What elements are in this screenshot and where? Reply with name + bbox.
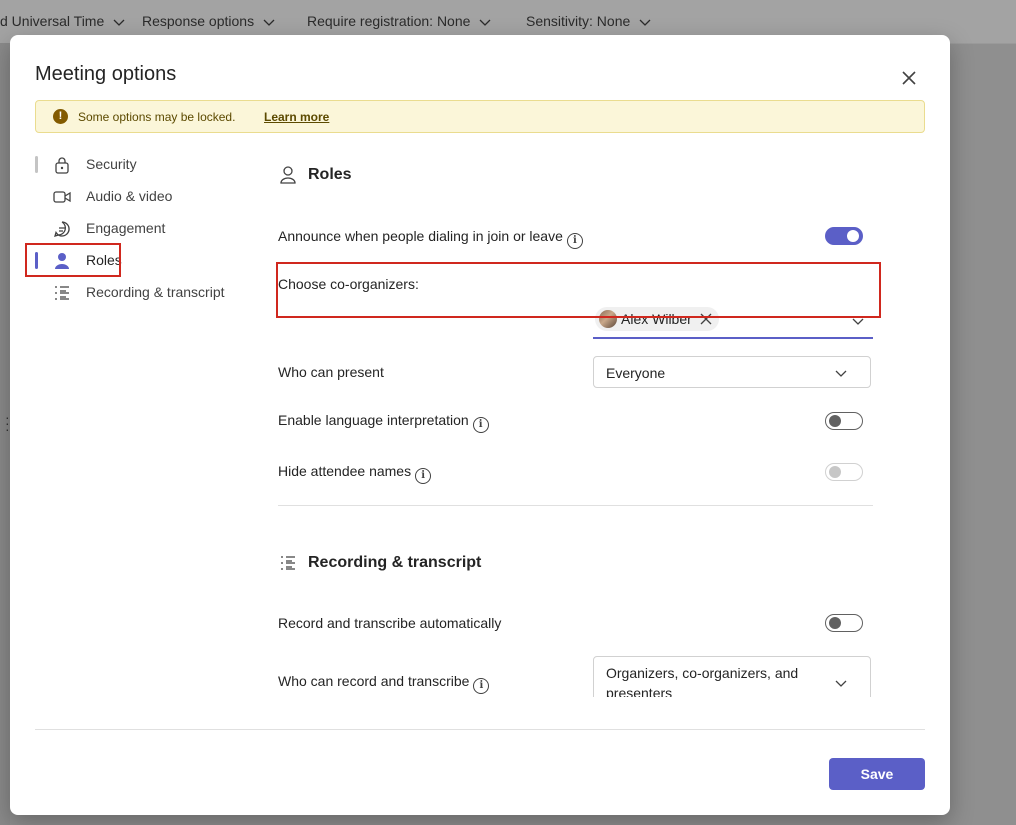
nav-item-audio-video[interactable]: Audio & video <box>35 182 245 212</box>
banner-text: Some options may be locked. <box>78 110 236 124</box>
co-organizers-highlight-box <box>276 262 881 318</box>
info-icon[interactable]: i <box>473 678 490 694</box>
toggle-knob <box>829 415 841 427</box>
dropdown-value-line2: presenters <box>606 685 673 697</box>
close-icon <box>902 71 916 85</box>
lock-icon <box>55 157 69 174</box>
chevron-down-icon <box>479 19 491 27</box>
response-options-dropdown: Response options <box>142 13 276 29</box>
record-automatically-label: Record and transcribe automatically <box>278 615 502 631</box>
chat-icon <box>54 221 70 237</box>
save-button[interactable]: Save <box>829 758 925 790</box>
info-icon[interactable]: i <box>472 417 489 433</box>
hide-attendee-names-label: Hide attendee names i <box>278 463 432 484</box>
dialog-title: Meeting options <box>35 63 177 85</box>
footer-divider <box>35 729 925 730</box>
chevron-down-icon <box>263 19 275 27</box>
section-divider <box>278 505 873 506</box>
nav-item-engagement[interactable]: Engagement <box>35 214 245 244</box>
nav-label: Recording & transcript <box>86 284 225 300</box>
dropdown-value: Everyone <box>606 365 666 381</box>
nav-item-recording[interactable]: Recording & transcript <box>35 278 245 308</box>
toggle-knob <box>847 230 859 242</box>
list-icon <box>281 556 295 570</box>
locked-options-banner: ! Some options may be locked. Learn more <box>35 100 925 133</box>
more-icon: · · · <box>5 409 10 437</box>
chevron-down-icon <box>113 19 125 27</box>
nav-label: Audio & video <box>86 188 173 204</box>
toggle-knob <box>829 466 841 478</box>
nav-label: Security <box>86 156 137 172</box>
who-can-record-dropdown[interactable]: Organizers, co-organizers, and presenter… <box>593 656 871 697</box>
hide-attendee-names-toggle <box>825 463 863 481</box>
who-can-present-label: Who can present <box>278 364 384 380</box>
language-interpretation-label: Enable language interpretation i <box>278 412 489 433</box>
chevron-down-icon <box>835 370 847 377</box>
language-interpretation-toggle[interactable] <box>825 412 863 430</box>
require-registration-dropdown: Require registration: None <box>307 13 492 29</box>
who-can-record-label: Who can record and transcribe i <box>278 673 490 694</box>
announce-toggle[interactable] <box>825 227 863 245</box>
timezone-dropdown: d Universal Time <box>0 13 126 29</box>
nav-label: Engagement <box>86 220 166 236</box>
dropdown-value-line1: Organizers, co-organizers, and <box>606 665 799 681</box>
meeting-options-dialog: Meeting options ! Some options may be lo… <box>10 35 950 815</box>
sensitivity-dropdown: Sensitivity: None <box>526 13 652 29</box>
who-can-present-dropdown[interactable]: Everyone <box>593 356 871 388</box>
warning-icon: ! <box>53 109 68 124</box>
options-content[interactable]: Roles Announce when people dialing in jo… <box>278 155 888 697</box>
list-icon <box>55 286 69 300</box>
learn-more-link[interactable]: Learn more <box>264 110 329 124</box>
nav-item-security[interactable]: Security <box>35 150 245 180</box>
announce-label: Announce when people dialing in join or … <box>278 228 583 249</box>
roles-highlight-box <box>25 243 121 277</box>
record-automatically-toggle[interactable] <box>825 614 863 632</box>
video-camera-icon <box>53 191 71 203</box>
chevron-down-icon <box>835 680 847 687</box>
close-button[interactable] <box>898 67 920 89</box>
info-icon[interactable]: i <box>566 233 583 249</box>
toggle-knob <box>829 617 841 629</box>
person-icon <box>280 166 296 184</box>
chevron-down-icon <box>639 19 651 27</box>
info-icon[interactable]: i <box>415 468 432 484</box>
nav-indicator <box>35 156 38 173</box>
